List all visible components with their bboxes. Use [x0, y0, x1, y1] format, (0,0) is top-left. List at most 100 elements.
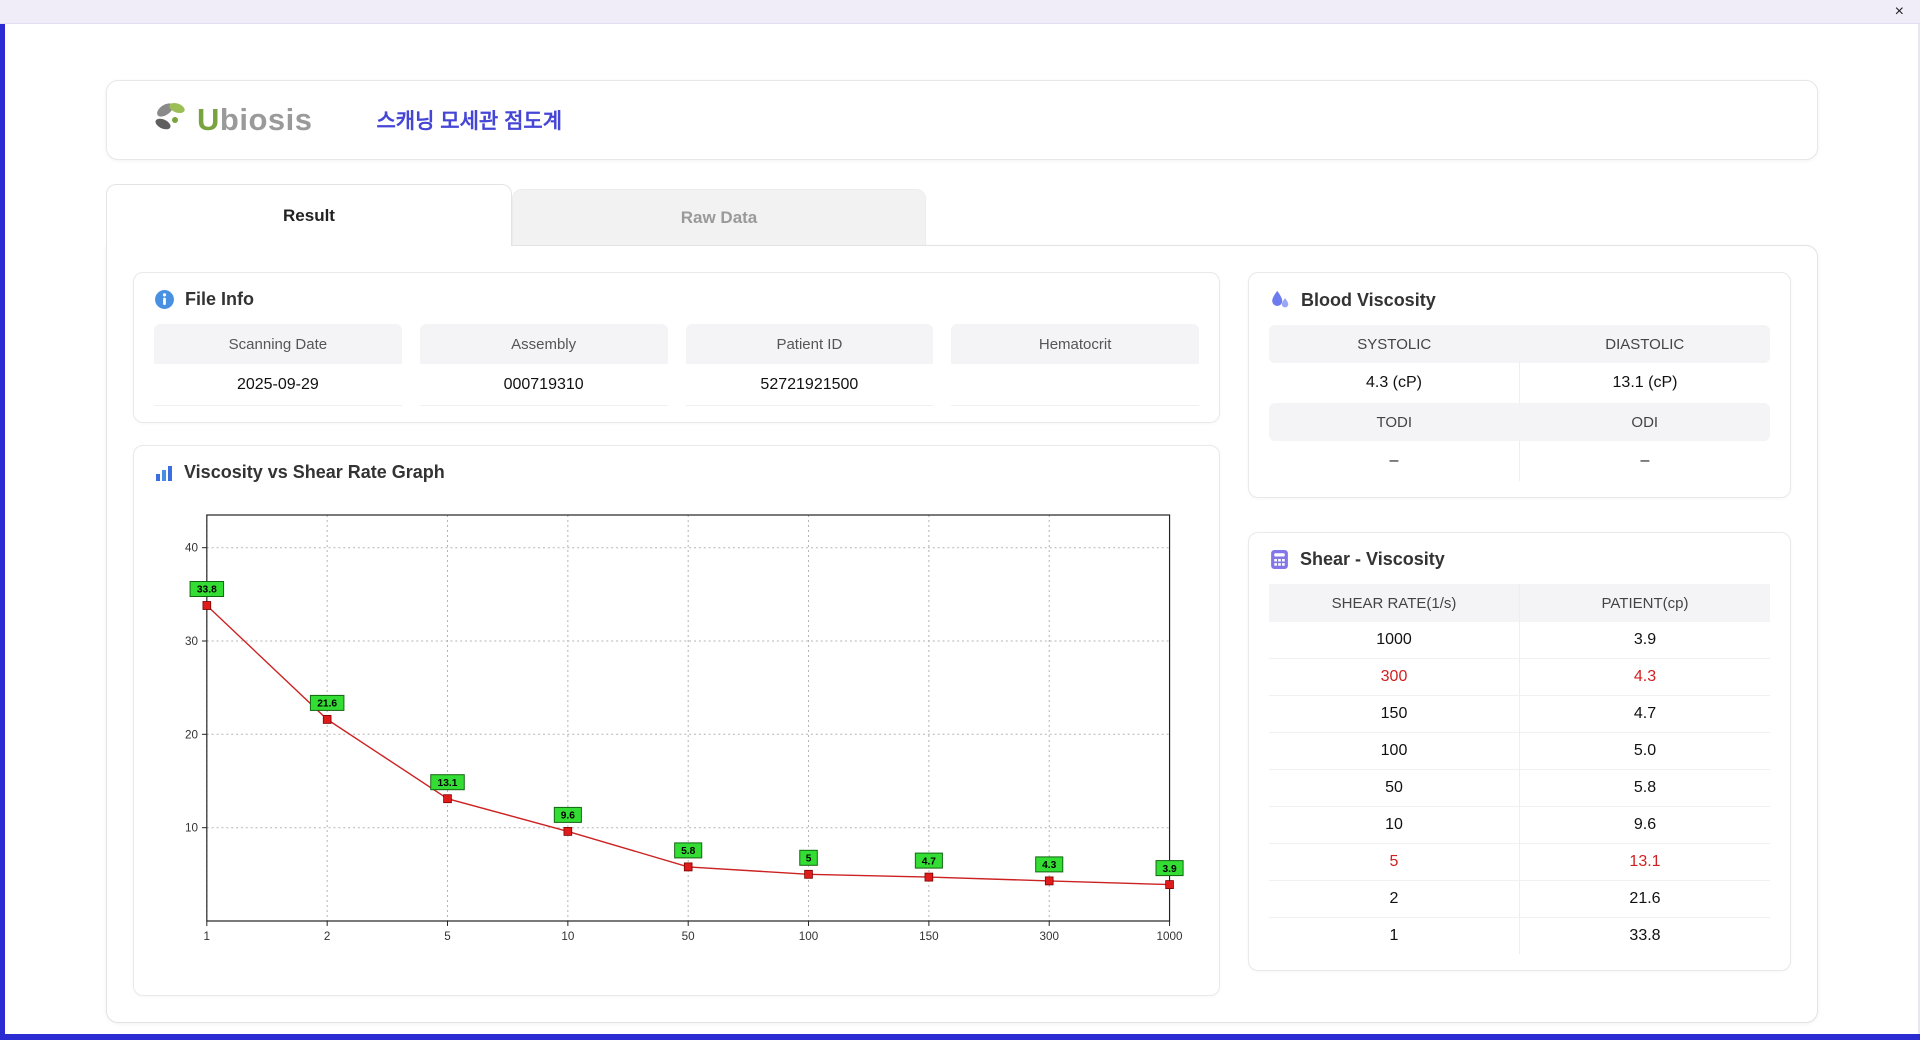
shear-rate-cell: 50: [1269, 770, 1519, 806]
file-info-field-patient-id: Patient ID 52721921500: [686, 324, 934, 406]
window-titlebar: ×: [0, 0, 1920, 24]
svg-text:40: 40: [185, 541, 198, 555]
svg-text:9.6: 9.6: [561, 810, 575, 821]
bv-value-cell: –: [1519, 441, 1770, 481]
patient-viscosity-cell: 9.6: [1519, 807, 1770, 843]
svg-text:20: 20: [185, 727, 198, 741]
bar-chart-icon: [154, 463, 174, 483]
field-label: Hematocrit: [951, 324, 1199, 364]
svg-text:30: 30: [185, 634, 198, 648]
svg-text:150: 150: [919, 929, 939, 943]
svg-text:5.8: 5.8: [681, 846, 695, 857]
file-info-field-assembly: Assembly 000719310: [420, 324, 668, 406]
shear-rate-cell: 150: [1269, 696, 1519, 732]
app-root: Ubiosis 스캐닝 모세관 점도계 Result Raw Data: [0, 80, 1920, 1023]
shear-table-row: 5 13.1: [1269, 844, 1770, 881]
tab-bar: Result Raw Data: [106, 184, 1818, 245]
field-value: 000719310: [420, 364, 668, 406]
bv-value-row-0: 4.3 (cP) 13.1 (cP): [1269, 363, 1770, 403]
svg-text:1: 1: [204, 929, 211, 943]
shear-viscosity-card: Shear - Viscosity SHEAR RATE(1/s) PATIEN…: [1248, 532, 1791, 971]
shear-rate-cell: 1: [1269, 918, 1519, 954]
left-column: File Info Scanning Date 2025-09-29 Assem…: [133, 272, 1220, 996]
bv-value-cell: 13.1 (cP): [1519, 363, 1770, 403]
shear-rate-cell: 300: [1269, 659, 1519, 695]
svg-text:300: 300: [1039, 929, 1059, 943]
svg-text:50: 50: [682, 929, 695, 943]
patient-viscosity-cell: 4.7: [1519, 696, 1770, 732]
logo-leaf-icon: [153, 100, 193, 141]
ubiosis-logo: Ubiosis: [153, 100, 312, 141]
patient-viscosity-cell: 13.1: [1519, 844, 1770, 880]
bv-header-cell: SYSTOLIC: [1269, 325, 1520, 363]
shear-rate-cell: 100: [1269, 733, 1519, 769]
graph-title: Viscosity vs Shear Rate Graph: [184, 462, 445, 483]
file-info-field-scanning-date: Scanning Date 2025-09-29: [154, 324, 402, 406]
app-header: Ubiosis 스캐닝 모세관 점도계: [106, 80, 1818, 160]
field-label: Scanning Date: [154, 324, 402, 364]
svg-text:1000: 1000: [1157, 929, 1183, 943]
tab-result[interactable]: Result: [106, 184, 512, 246]
bv-header-cell: DIASTOLIC: [1520, 325, 1771, 363]
blood-viscosity-title: Blood Viscosity: [1301, 290, 1436, 311]
droplets-icon: [1269, 289, 1291, 311]
patient-viscosity-cell: 21.6: [1519, 881, 1770, 917]
shear-table-row: 2 21.6: [1269, 881, 1770, 918]
bv-value-row-1: – –: [1269, 441, 1770, 481]
window-bottom-edge: [0, 1034, 1920, 1040]
svg-text:5: 5: [444, 929, 451, 943]
shear-viscosity-table: SHEAR RATE(1/s) PATIENT(cp) 1000 3.9 300…: [1269, 584, 1770, 954]
field-value: [951, 364, 1199, 406]
app-title: 스캐닝 모세관 점도계: [376, 105, 562, 135]
tab-raw-data[interactable]: Raw Data: [512, 189, 926, 245]
window-close-button[interactable]: ×: [1895, 4, 1904, 20]
svg-text:21.6: 21.6: [317, 698, 337, 709]
file-info-fields: Scanning Date 2025-09-29 Assembly 000719…: [154, 324, 1199, 406]
info-icon: [154, 289, 175, 310]
svg-text:10: 10: [185, 821, 198, 835]
field-label: Assembly: [420, 324, 668, 364]
svg-text:100: 100: [799, 929, 819, 943]
svg-text:5: 5: [806, 853, 812, 864]
patient-viscosity-cell: 33.8: [1519, 918, 1770, 954]
field-value: 52721921500: [686, 364, 934, 406]
viscosity-chart: 102030401251050100150300100033.821.613.1…: [154, 497, 1199, 979]
calculator-icon: [1269, 549, 1290, 570]
logo-text: Ubiosis: [197, 102, 312, 138]
svg-text:10: 10: [561, 929, 574, 943]
patient-viscosity-cell: 5.8: [1519, 770, 1770, 806]
shear-viscosity-title: Shear - Viscosity: [1300, 549, 1445, 570]
patient-viscosity-cell: 5.0: [1519, 733, 1770, 769]
shear-rate-cell: 1000: [1269, 622, 1519, 658]
bv-header-cell: ODI: [1520, 403, 1771, 441]
bv-header-row-1: TODI ODI: [1269, 403, 1770, 441]
viscosity-chart-svg: 102030401251050100150300100033.821.613.1…: [162, 501, 1191, 979]
main-content-panel: File Info Scanning Date 2025-09-29 Assem…: [106, 245, 1818, 1023]
svg-text:4.7: 4.7: [922, 856, 936, 867]
blood-viscosity-card: Blood Viscosity SYSTOLIC DIASTOLIC 4.3 (…: [1248, 272, 1791, 498]
shear-col-header: PATIENT(cp): [1519, 584, 1770, 622]
shear-table-row: 1000 3.9: [1269, 622, 1770, 659]
file-info-card: File Info Scanning Date 2025-09-29 Assem…: [133, 272, 1220, 423]
graph-header: Viscosity vs Shear Rate Graph: [154, 462, 1199, 483]
graph-card: Viscosity vs Shear Rate Graph 10 20 30 40 1 2…: [133, 445, 1220, 996]
svg-text:33.8: 33.8: [197, 585, 217, 596]
right-column: Blood Viscosity SYSTOLIC DIASTOLIC 4.3 (…: [1248, 272, 1791, 996]
shear-rate-cell: 2: [1269, 881, 1519, 917]
field-value: 2025-09-29: [154, 364, 402, 406]
bv-value-cell: –: [1269, 441, 1519, 481]
field-label: Patient ID: [686, 324, 934, 364]
svg-text:4.3: 4.3: [1042, 860, 1056, 871]
patient-viscosity-cell: 3.9: [1519, 622, 1770, 658]
shear-rate-cell: 5: [1269, 844, 1519, 880]
bv-header-cell: TODI: [1269, 403, 1520, 441]
blood-viscosity-header: Blood Viscosity: [1269, 289, 1770, 311]
bv-header-row-0: SYSTOLIC DIASTOLIC: [1269, 325, 1770, 363]
shear-table-row: 10 9.6: [1269, 807, 1770, 844]
blood-viscosity-table: SYSTOLIC DIASTOLIC 4.3 (cP) 13.1 (cP) TO…: [1269, 325, 1770, 481]
svg-text:3.9: 3.9: [1162, 864, 1176, 875]
shear-table-row: 50 5.8: [1269, 770, 1770, 807]
bv-value-cell: 4.3 (cP): [1269, 363, 1519, 403]
svg-text:13.1: 13.1: [438, 778, 458, 789]
shear-table-row: 150 4.7: [1269, 696, 1770, 733]
